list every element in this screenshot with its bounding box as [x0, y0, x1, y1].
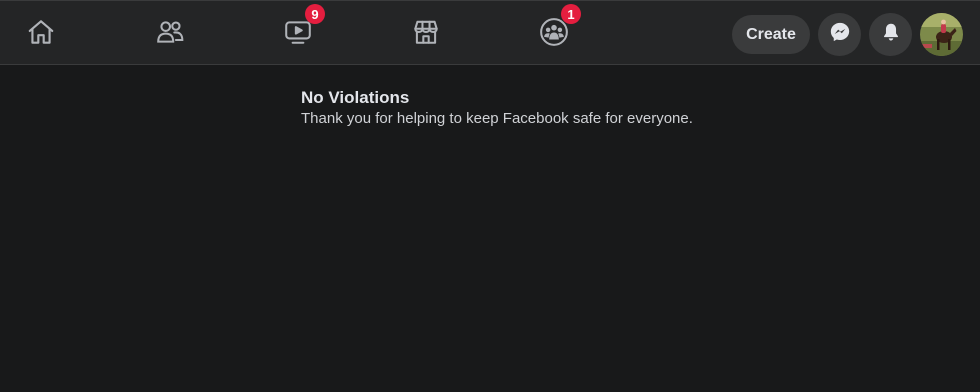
marketplace-icon [411, 17, 441, 52]
groups-notification-badge: 1 [561, 4, 581, 24]
messenger-icon [829, 21, 851, 48]
tab-home[interactable] [11, 7, 71, 61]
top-navigation-bar: 9 1 Create [0, 0, 980, 65]
tab-marketplace[interactable] [396, 7, 456, 61]
notifications-button[interactable] [869, 13, 912, 56]
avatar[interactable] [920, 13, 963, 56]
watch-notification-badge: 9 [305, 4, 325, 24]
bell-icon [880, 21, 902, 48]
create-button[interactable]: Create [732, 15, 810, 54]
page-title: No Violations [301, 88, 410, 107]
status-message: Thank you for helping to keep Facebook s… [301, 110, 693, 127]
main-content: No Violations Thank you for helping to k… [301, 88, 693, 129]
home-icon [26, 17, 56, 52]
tab-friends[interactable] [140, 7, 200, 61]
messenger-button[interactable] [818, 13, 861, 56]
friends-icon [155, 17, 185, 52]
